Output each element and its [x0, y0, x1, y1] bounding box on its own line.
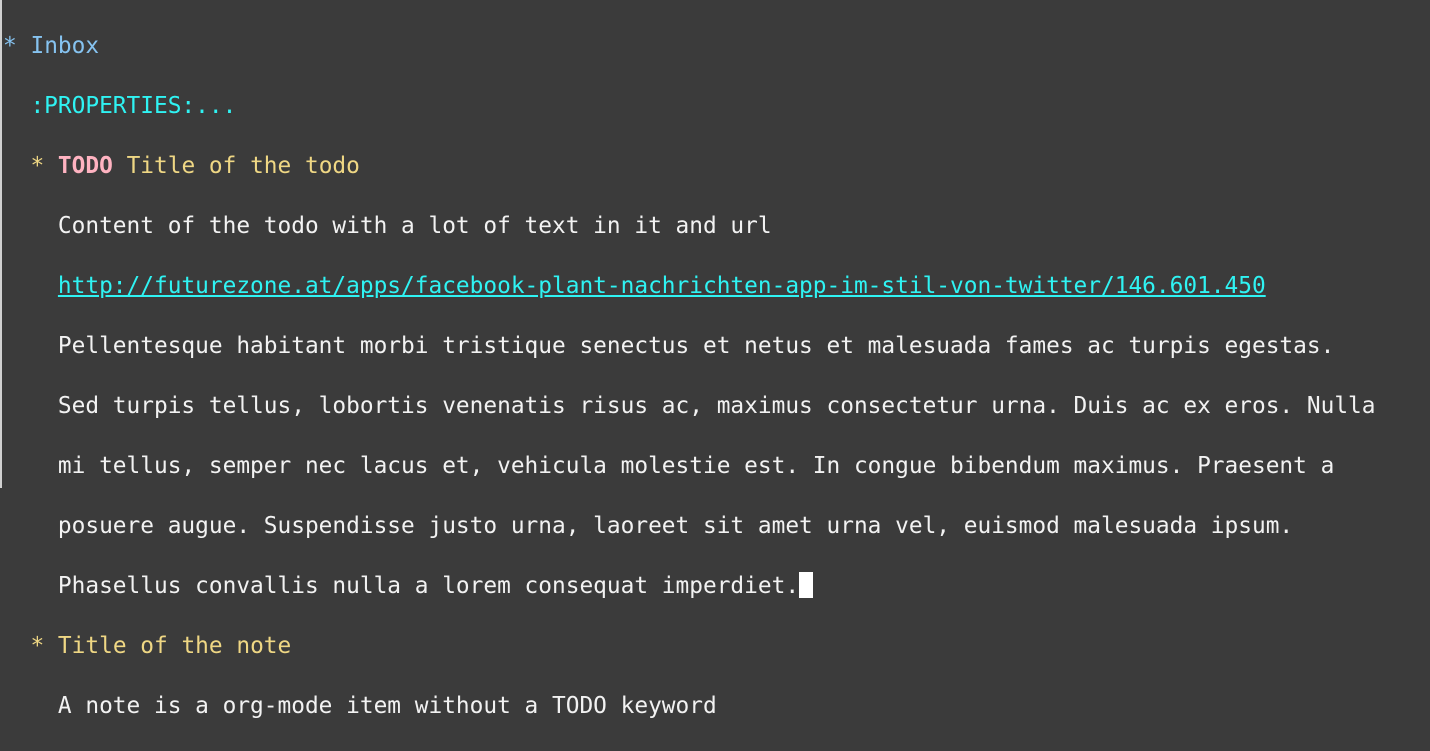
todo-body-line: posuere augue. Suspendisse justo urna, l…: [3, 511, 1430, 541]
todo-body-line: Sed turpis tellus, lobortis venenatis ri…: [3, 391, 1430, 421]
text: Sed turpis tellus, lobortis venenatis ri…: [57, 393, 1376, 419]
heading-note[interactable]: * Title of the note: [3, 631, 1430, 661]
text: posuere augue. Suspendisse justo urna, l…: [57, 513, 1294, 539]
text-cursor: [799, 572, 814, 598]
org-buffer[interactable]: * Inbox :PROPERTIES:... * TODO Title of …: [2, 0, 1430, 751]
todo-url-line: http://futurezone.at/apps/facebook-plant…: [3, 271, 1430, 301]
text: Pellentesque habitant morbi tristique se…: [57, 333, 1335, 359]
text: mi tellus, semper nec lacus et, vehicula…: [57, 453, 1335, 479]
properties-drawer[interactable]: :PROPERTIES:...: [3, 91, 1430, 121]
heading-title: Inbox: [30, 33, 100, 59]
url-link[interactable]: http://futurezone.at/apps/facebook-plant…: [58, 273, 1266, 299]
heading-star: *: [30, 633, 45, 659]
todo-content-line: Content of the todo with a lot of text i…: [3, 211, 1430, 241]
note-title: Title of the note: [57, 633, 292, 659]
heading-todo[interactable]: * TODO Title of the todo: [3, 151, 1430, 181]
todo-keyword: TODO: [57, 153, 113, 179]
heading-inbox[interactable]: * Inbox: [3, 31, 1430, 61]
todo-title: Title of the todo: [126, 153, 360, 179]
todo-body-line: mi tellus, semper nec lacus et, vehicula…: [3, 451, 1430, 481]
heading-star: *: [30, 153, 45, 179]
todo-body-line: Pellentesque habitant morbi tristique se…: [3, 331, 1430, 361]
properties-label[interactable]: :PROPERTIES:...: [30, 93, 236, 119]
text: Phasellus convallis nulla a lorem conseq…: [57, 573, 800, 599]
text: Content of the todo with a lot of text i…: [57, 213, 772, 239]
note-content-line: A note is a org-mode item without a TODO…: [3, 691, 1430, 721]
heading-star: *: [3, 33, 17, 59]
todo-body-line: Phasellus convallis nulla a lorem conseq…: [3, 571, 1430, 601]
text: A note is a org-mode item without a TODO…: [57, 693, 717, 719]
